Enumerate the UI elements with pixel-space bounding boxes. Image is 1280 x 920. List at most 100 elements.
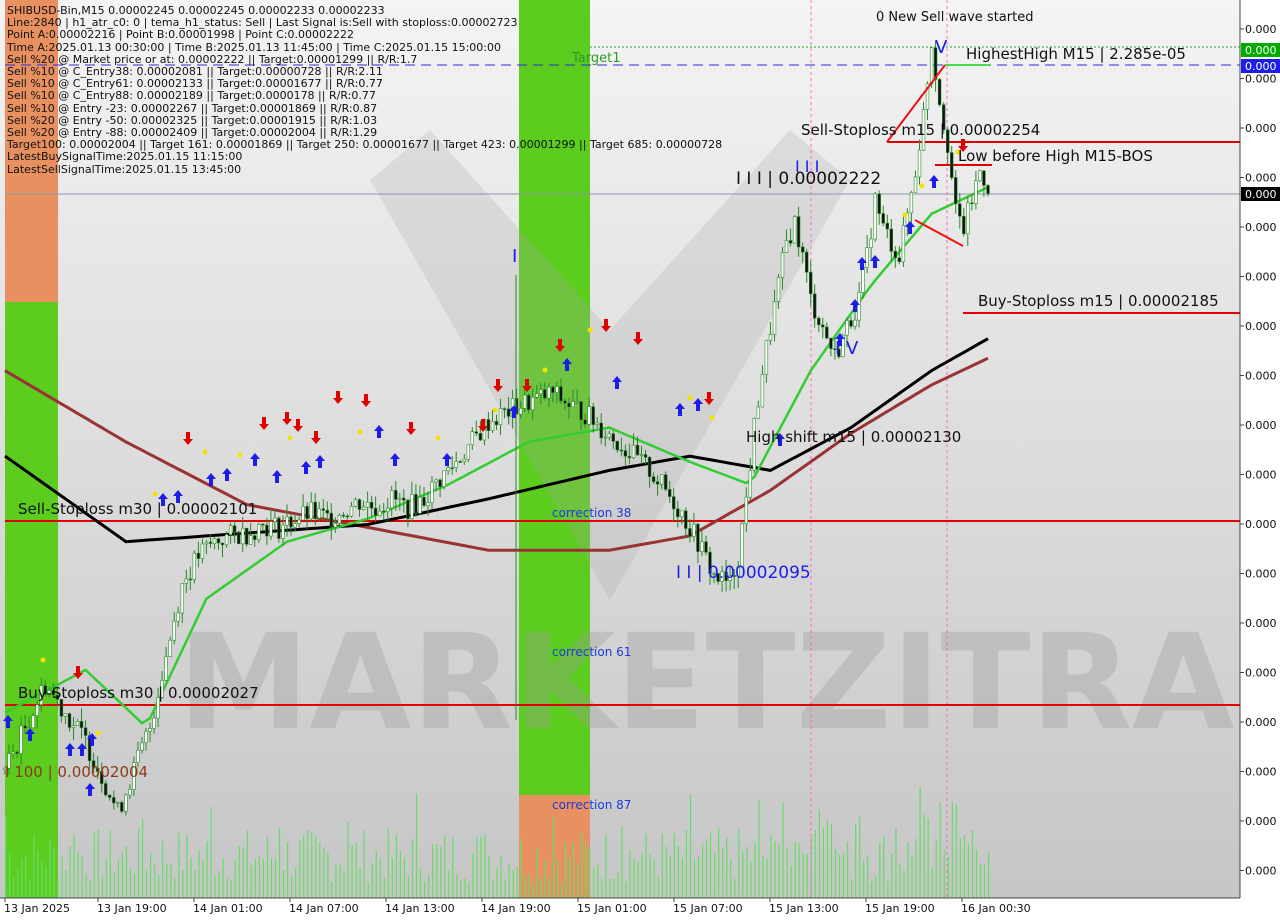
candle-body: [301, 506, 305, 521]
volume-bar: [492, 880, 494, 898]
candle-body: [897, 257, 902, 263]
candle-body: [220, 542, 225, 546]
sell-stoploss-m30-label: Sell-Stoploss m30 | 0.00002101: [18, 500, 257, 518]
volume-bar: [726, 837, 728, 898]
info-line: Sell %10 @ C_Entry61: 0.00002133 || Targ…: [7, 77, 383, 91]
volume-bar: [661, 833, 663, 898]
candle-body: [800, 246, 805, 253]
candle-body: [659, 474, 664, 485]
volume-bar: [770, 834, 772, 898]
candle-body: [522, 394, 527, 409]
signal-dot-icon: [357, 429, 363, 435]
candle-body: [313, 501, 317, 519]
y-tick-label: 0.000: [1245, 320, 1277, 333]
signal-dot-icon: [687, 395, 693, 401]
y-tick-label: 0.000: [1245, 716, 1277, 729]
volume-bar: [250, 865, 252, 898]
volume-bar: [29, 878, 31, 898]
volume-bar: [371, 863, 373, 898]
candle-body: [486, 419, 491, 431]
x-tick-label: 15 Jan 19:00: [865, 902, 935, 915]
volume-bar: [331, 881, 333, 898]
volume-bar: [895, 827, 897, 898]
candle-body: [325, 509, 329, 514]
candle-body: [305, 506, 309, 520]
candle-body: [804, 251, 809, 273]
buy-stoploss-m30-label: Buy-Stoploss m30 | 0.00002027: [18, 684, 259, 702]
volume-bar: [637, 862, 639, 898]
candle-body: [31, 715, 35, 729]
volume-bar: [311, 832, 313, 898]
candle-body: [700, 541, 704, 552]
volume-bar: [746, 847, 748, 898]
candle-body: [172, 620, 176, 641]
volume-bar: [955, 804, 957, 898]
volume-bar: [867, 855, 869, 898]
volume-bar: [556, 860, 559, 898]
volume-bar: [343, 871, 345, 898]
y-tick-label: 0.000: [1245, 73, 1277, 86]
volume-bar: [569, 858, 571, 898]
zone-green-left: [5, 302, 58, 898]
info-line: Sell %10 @ Entry -23: 0.00002267 || Targ…: [7, 101, 378, 115]
volume-bar: [500, 856, 502, 898]
volume-bar: [319, 841, 321, 898]
volume-bar: [907, 842, 909, 898]
candle-body: [120, 802, 124, 812]
candle-body: [643, 454, 648, 458]
candle-body: [188, 578, 192, 581]
info-line: LatestSellSignalTime:2025.01.15 13:45:00: [7, 162, 242, 176]
volume-bar: [363, 830, 365, 898]
candle-body: [212, 538, 217, 544]
volume-bar: [347, 821, 349, 898]
volume-bar: [299, 840, 301, 898]
candle-body: [180, 582, 184, 614]
volume-bar: [198, 849, 200, 898]
candle-body: [539, 389, 543, 395]
volume-bar: [170, 863, 172, 898]
candle-body: [591, 406, 595, 426]
candle-body: [953, 177, 958, 205]
volume-bar: [617, 872, 619, 898]
volume-bar: [415, 793, 418, 898]
y-tick-label: 0.000: [1245, 518, 1277, 531]
volume-bar: [222, 858, 224, 898]
signal-dot-icon: [902, 212, 908, 218]
volume-bar: [975, 849, 978, 898]
info-line: Line:2840 | h1_atr_c0: 0 | tema_h1_statu…: [7, 16, 518, 30]
volume-bar: [33, 834, 35, 898]
volume-bar: [472, 853, 474, 898]
volume-bar: [560, 882, 563, 898]
volume-bar: [899, 864, 901, 898]
volume-bar: [85, 873, 87, 898]
volume-bar: [911, 855, 913, 898]
volume-bar: [440, 846, 442, 898]
x-tick-label: 14 Jan 01:00: [193, 902, 263, 915]
volume-bar: [202, 860, 204, 898]
volume-bar: [847, 841, 849, 898]
x-tick-label: 16 Jan 00:30: [961, 902, 1031, 915]
volume-bar: [399, 850, 401, 898]
candle-body: [329, 512, 333, 528]
volume-bar: [488, 855, 490, 898]
volume-bar: [979, 864, 982, 898]
volume-bar: [597, 863, 599, 898]
volume-bar: [633, 858, 635, 898]
volume-bar: [605, 834, 607, 898]
candle-body: [176, 612, 180, 622]
volume-bar: [142, 818, 144, 898]
candle-body: [966, 202, 970, 235]
volume-bar: [504, 879, 506, 898]
candle-body: [764, 340, 769, 375]
candle-body: [232, 525, 237, 533]
volume-bar: [601, 878, 603, 898]
candle-body: [345, 515, 350, 518]
volume-bar: [419, 868, 422, 898]
volume-bar: [786, 847, 788, 898]
candle-body: [518, 408, 523, 415]
volume-bar: [468, 881, 470, 898]
volume-bar: [536, 848, 538, 898]
candle-body: [474, 431, 478, 434]
candle-body: [869, 238, 873, 248]
volume-bar: [871, 881, 873, 898]
